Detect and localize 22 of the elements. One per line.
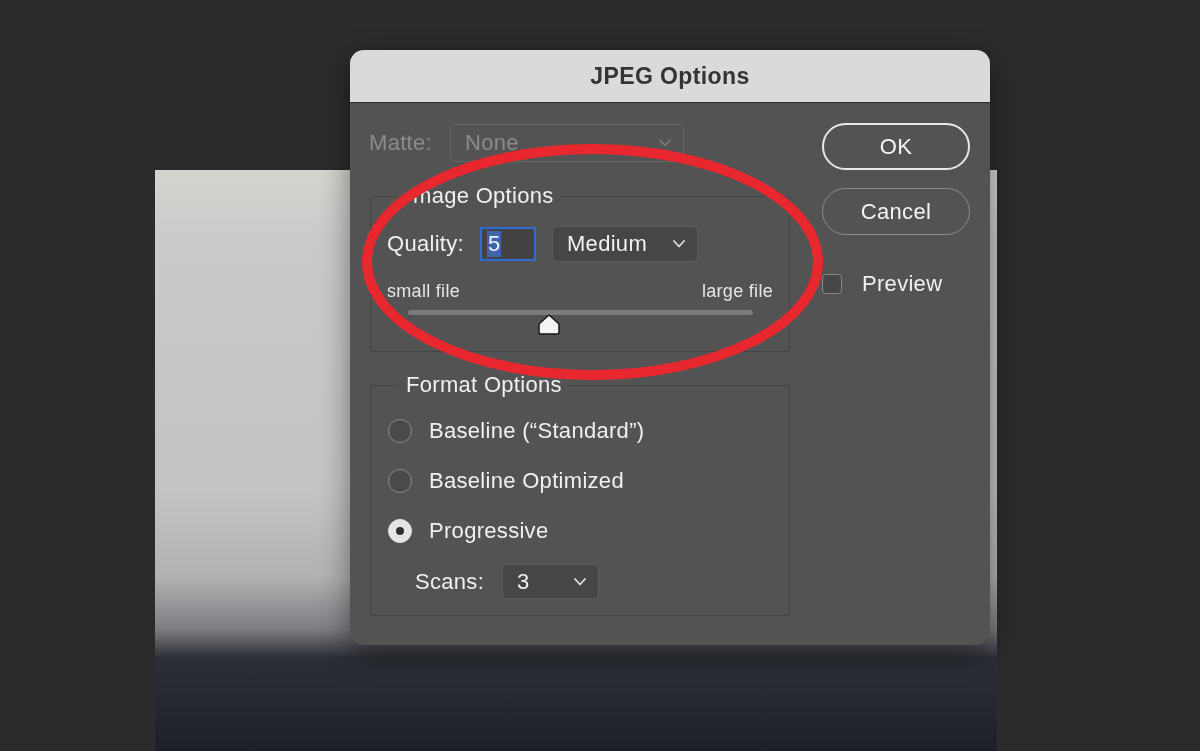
quality-dropdown[interactable]: Medium [552, 226, 698, 262]
scale-min-label: small file [387, 280, 460, 302]
chevron-down-icon [658, 139, 671, 147]
quality-label: Quality: [387, 231, 464, 257]
group-title: Format Options [405, 373, 563, 397]
scale-max-label: large file [701, 280, 773, 302]
option-label[interactable]: Baseline Optimized [429, 468, 624, 494]
chevron-down-icon [574, 577, 587, 586]
matte-label: Matte: [369, 130, 432, 156]
checkbox-label[interactable]: Preview [862, 271, 943, 297]
quality-field[interactable]: 5 [480, 227, 536, 261]
slider-thumb[interactable] [538, 314, 561, 335]
window-title: JPEG Options [590, 62, 750, 90]
radio-button[interactable] [388, 419, 412, 443]
option-label[interactable]: Progressive [429, 518, 549, 544]
ok-button[interactable]: OK [822, 123, 970, 170]
radio-button[interactable] [388, 469, 412, 493]
checkbox[interactable] [822, 274, 842, 294]
option-label[interactable]: Baseline (“Standard”) [429, 418, 645, 444]
scans-label: Scans: [415, 568, 485, 595]
scans-dropdown[interactable]: 3 [502, 564, 600, 599]
chevron-down-icon [673, 240, 685, 248]
